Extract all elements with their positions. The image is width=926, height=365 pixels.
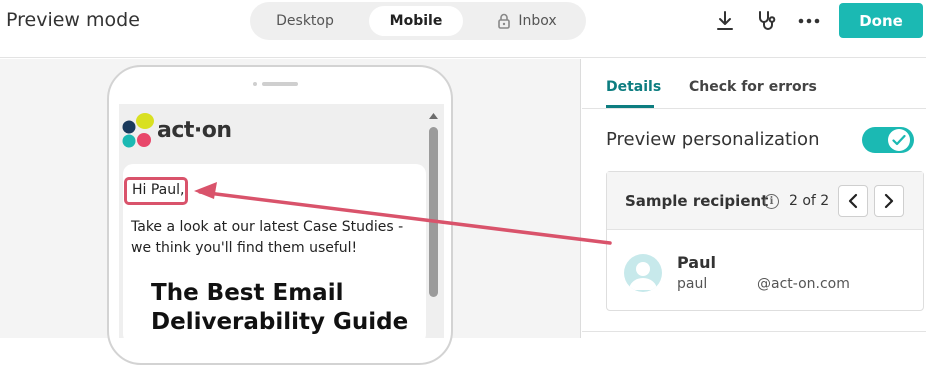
annotation-arrow <box>194 182 612 245</box>
